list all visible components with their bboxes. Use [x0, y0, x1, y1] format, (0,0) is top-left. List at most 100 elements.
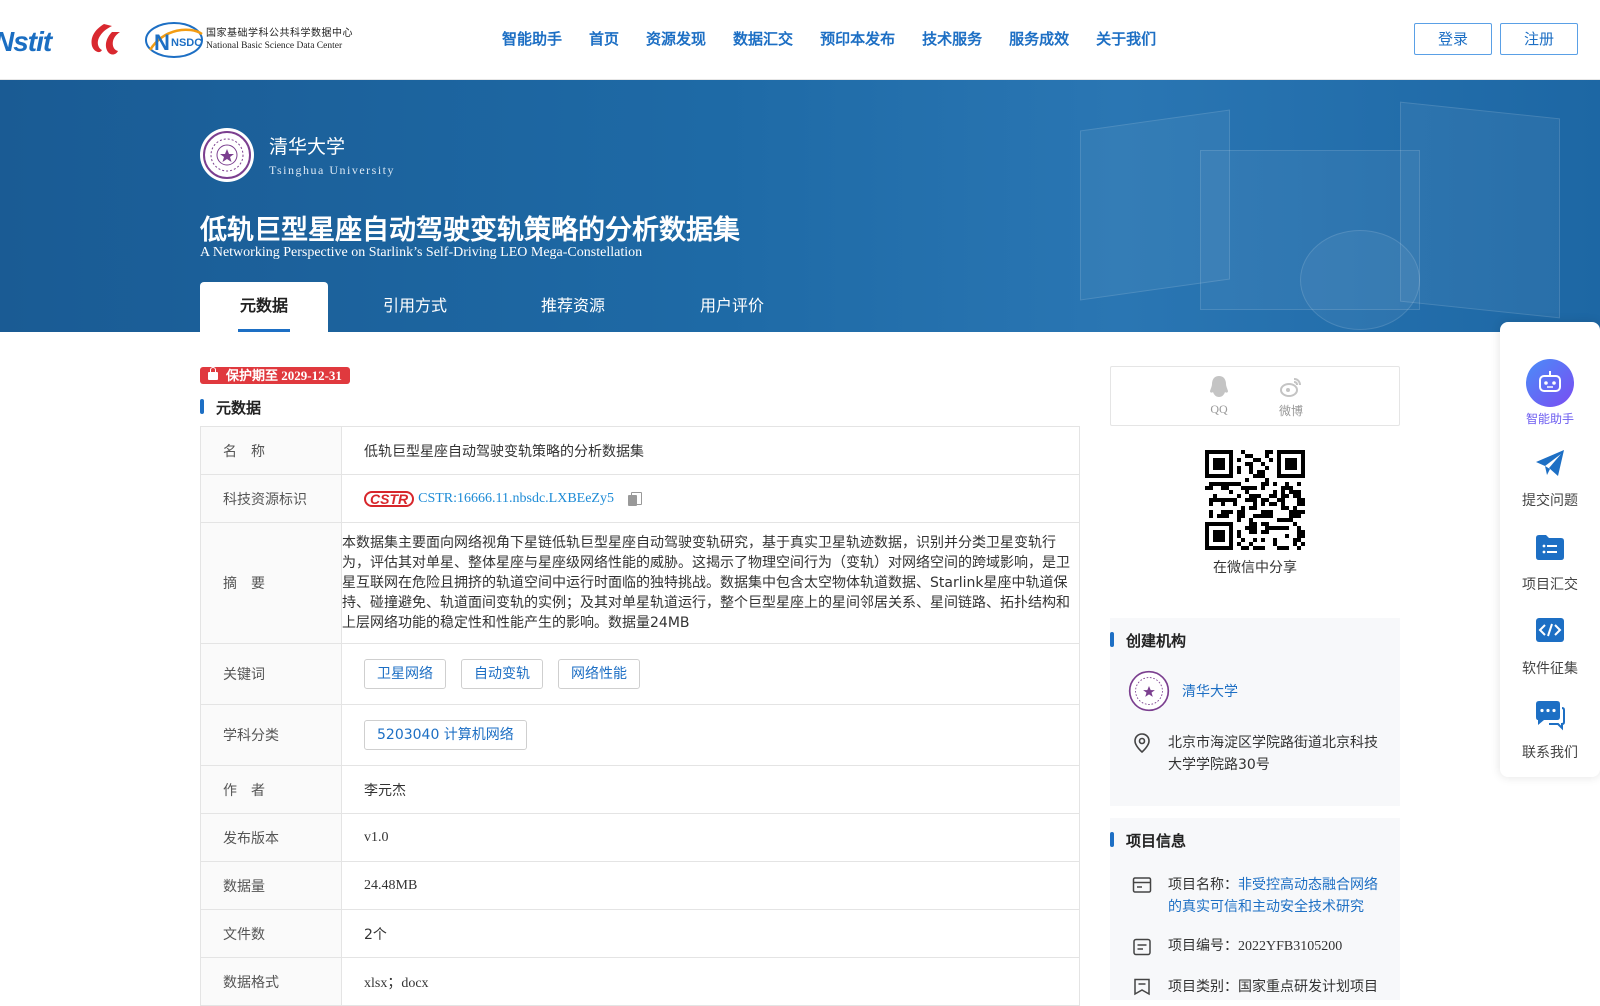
- login-button[interactable]: 登录: [1414, 23, 1492, 55]
- nav-item-tech-service[interactable]: 技术服务: [922, 28, 982, 49]
- share-weibo-label: 微博: [1278, 404, 1303, 418]
- table-row: 作 者 李元杰: [201, 766, 1079, 814]
- dataset-title: 低轨巨型星座自动驾驶变轨策略的分析数据集: [200, 215, 740, 246]
- project-category-row: 项目类别：国家重点研发计划项目: [1132, 976, 1382, 998]
- svg-text:NSDC: NSDC: [171, 37, 202, 49]
- row-value-version: v1.0: [364, 829, 389, 845]
- tab-recommended[interactable]: 推荐资源: [502, 282, 644, 332]
- row-value-size: 24.48MB: [364, 877, 418, 893]
- sidepanel-assistant[interactable]: 智能助手: [1500, 358, 1600, 427]
- project-number: 项目编号：2022YFB3105200: [1168, 939, 1343, 954]
- creator-name-link[interactable]: 清华大学: [1182, 681, 1238, 701]
- cstr-logo[interactable]: Nstit: [0, 20, 68, 60]
- row-label-format: 数据格式: [201, 958, 342, 1005]
- row-value-name: 低轨巨型星座自动驾驶变轨策略的分析数据集: [364, 443, 644, 460]
- sidepanel-assistant-label: 智能助手: [1525, 412, 1574, 426]
- tab-metadata[interactable]: 元数据: [200, 282, 328, 332]
- sidepanel-submit-issue-label: 提交问题: [1522, 493, 1578, 509]
- protection-badge: 保护期至 2029-12-31: [200, 366, 350, 384]
- protection-badge-text: 保护期至 2029-12-31: [226, 368, 342, 383]
- creator-address-text: 北京市海淀区学院路街道北京科技大学学院路30号: [1168, 735, 1378, 773]
- tab-citation[interactable]: 引用方式: [328, 282, 502, 332]
- id-card-icon: [1132, 877, 1152, 893]
- table-row: 学科分类 5203040 计算机网络: [201, 705, 1079, 766]
- nsdc-logo[interactable]: N NSDC 国家基础学科公共科学数据中心 National Basic Sci…: [144, 20, 353, 60]
- keyword-tag[interactable]: 网络性能: [558, 659, 640, 689]
- subject-tag[interactable]: 5203040 计算机网络: [364, 720, 527, 750]
- row-value-files: 2个: [364, 926, 387, 943]
- red-swoosh-logo[interactable]: [82, 20, 128, 60]
- cstr-identifier-link[interactable]: CSTR:16666.11.nbsdc.LXBEeZy5: [418, 491, 614, 507]
- table-row: 名 称 低轨巨型星座自动驾驶变轨策略的分析数据集: [201, 427, 1079, 475]
- chat-bubbles-icon: [1536, 701, 1565, 731]
- nav-item-home[interactable]: 首页: [589, 28, 619, 49]
- table-row: 数据格式 xlsx；docx: [201, 958, 1079, 1006]
- dataset-banner: 清华大学 Tsinghua University 低轨巨型星座自动驾驶变轨策略的…: [0, 80, 1600, 332]
- floating-side-panel: 智能助手 提交问题 项目汇交 软件征集 联系我们: [1500, 322, 1600, 777]
- nsdc-name-en: National Basic Science Data Center: [206, 41, 343, 51]
- table-row: 数据量 24.48MB: [201, 862, 1079, 910]
- sidepanel-contact-us-label: 联系我们: [1522, 745, 1578, 761]
- share-box: QQ 微博: [1110, 366, 1400, 426]
- code-icon: [1536, 618, 1564, 642]
- paper-plane-icon: [1536, 450, 1564, 476]
- project-card: 项目信息 项目名称：非受控高动态融合网络的真实可信和主动安全技术研究 项目编号：…: [1110, 818, 1400, 1000]
- institution-name-cn: 清华大学: [269, 136, 346, 158]
- row-label-version: 发布版本: [201, 814, 342, 861]
- row-value-author: 李元杰: [364, 782, 406, 799]
- nsdc-mark-icon: N NSDC: [145, 22, 203, 58]
- nav-item-data-submission[interactable]: 数据汇交: [733, 28, 793, 49]
- row-value-abstract: 本数据集主要面向网络视角下星链低轨巨型星座自动驾驶变轨研究，基于真实卫星轨迹数据…: [342, 535, 1070, 631]
- sidepanel-software-collection[interactable]: 软件征集: [1500, 614, 1600, 678]
- bookmark-icon: [1134, 978, 1150, 996]
- row-label-keywords: 关键词: [201, 644, 342, 704]
- sidepanel-contact-us[interactable]: 联系我们: [1500, 698, 1600, 762]
- main-nav: 智能助手 首页 资源发现 数据汇交 预印本发布 技术服务 服务成效 关于我们: [502, 28, 1183, 49]
- row-label-name: 名 称: [201, 427, 342, 474]
- banner-decor: [1300, 230, 1420, 330]
- copy-icon[interactable]: [628, 491, 642, 506]
- institution-name-en: Tsinghua University: [269, 163, 395, 177]
- creator-card: 创建机构 清华大学 北京市海淀区学院路街道北京科技大学学院路30号: [1110, 618, 1400, 806]
- lock-icon: [208, 366, 218, 380]
- keyword-tag[interactable]: 卫星网络: [364, 659, 446, 689]
- sidepanel-project-submission[interactable]: 项目汇交: [1500, 530, 1600, 594]
- nav-item-assistant[interactable]: 智能助手: [502, 28, 562, 49]
- project-section-title: 项目信息: [1110, 830, 1186, 851]
- row-label-subject: 学科分类: [201, 705, 342, 765]
- location-pin-icon: [1134, 733, 1150, 753]
- sidepanel-submit-issue[interactable]: 提交问题: [1500, 446, 1600, 510]
- creator-section-title: 创建机构: [1110, 630, 1186, 651]
- table-row: 关键词 卫星网络 自动变轨 网络性能: [201, 644, 1079, 705]
- project-number-row: 项目编号：2022YFB3105200: [1132, 936, 1382, 958]
- tab-reviews[interactable]: 用户评价: [644, 282, 820, 332]
- detail-tabs: 元数据 引用方式 推荐资源 用户评价: [200, 282, 820, 332]
- row-label-files: 文件数: [201, 910, 342, 957]
- row-label-size: 数据量: [201, 862, 342, 909]
- row-label-cstr: 科技资源标识: [201, 475, 342, 522]
- metadata-section-title: 元数据: [200, 397, 261, 418]
- folder-list-icon: [1536, 535, 1564, 560]
- banner-decor: [1400, 101, 1560, 319]
- nav-item-discover[interactable]: 资源发现: [646, 28, 706, 49]
- qq-icon: [1210, 376, 1228, 397]
- dataset-subtitle: A Networking Perspective on Starlink’s S…: [200, 245, 643, 260]
- row-label-author: 作 者: [201, 766, 342, 813]
- project-name-label: 项目名称：: [1168, 877, 1238, 893]
- wechat-share-caption: 在微信中分享: [1213, 560, 1297, 576]
- table-row: 科技资源标识 CSTR CSTR:16666.11.nbsdc.LXBEeZy5: [201, 475, 1079, 523]
- keyword-tag[interactable]: 自动变轨: [461, 659, 543, 689]
- share-qq-label: QQ: [1210, 402, 1228, 416]
- nav-item-preprint[interactable]: 预印本发布: [820, 28, 895, 49]
- tsinghua-emblem-icon: [200, 128, 254, 182]
- nav-item-outcomes[interactable]: 服务成效: [1009, 28, 1069, 49]
- register-button[interactable]: 注册: [1500, 23, 1578, 55]
- share-weibo[interactable]: 微博: [1271, 375, 1311, 419]
- cstr-badge-icon: CSTR: [364, 490, 415, 507]
- top-bar: Nstit N NSDC 国家基础学科公共科学数据中心 National Bas…: [0, 0, 1600, 80]
- share-qq[interactable]: QQ: [1199, 375, 1239, 417]
- robot-assistant-icon: [1526, 359, 1574, 407]
- nav-item-about[interactable]: 关于我们: [1096, 28, 1156, 49]
- wechat-qr-code: [1205, 450, 1305, 550]
- creator-address: 北京市海淀区学院路街道北京科技大学学院路30号: [1132, 732, 1382, 776]
